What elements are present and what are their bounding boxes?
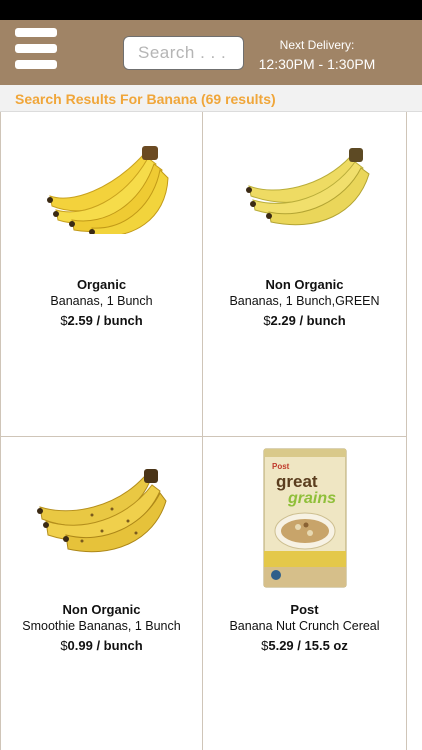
svg-text:Post: Post xyxy=(272,462,290,471)
results-bar: Search Results For Banana (69 results) xyxy=(0,85,422,112)
product-name: Smoothie Bananas, 1 Bunch xyxy=(22,619,181,633)
results-title: Search Results For Banana (69 results) xyxy=(15,91,276,107)
product-card[interactable]: Organic Bananas, 1 Bunch $2.59 / bunch xyxy=(0,112,203,437)
product-card[interactable]: Non Organic Smoothie Bananas, 1 Bunch $0… xyxy=(0,437,203,750)
product-card[interactable]: Post great grains Post Banana Nut Crunch… xyxy=(203,437,407,750)
search-input[interactable] xyxy=(123,36,244,70)
product-brand: Non Organic xyxy=(62,602,141,617)
app-header: Next Delivery: 12:30PM - 1:30PM xyxy=(0,20,422,85)
delivery-time: 12:30PM - 1:30PM xyxy=(258,56,376,72)
hamburger-menu-icon[interactable] xyxy=(15,28,57,70)
cereal-box-icon: Post great grains xyxy=(203,447,406,597)
product-brand: Organic xyxy=(76,277,127,292)
product-price: $5.29 / 15.5 oz xyxy=(261,638,348,653)
svg-text:grains: grains xyxy=(287,490,336,507)
product-name: Banana Nut Crunch Cereal xyxy=(229,619,380,633)
product-card[interactable]: Non Organic Bananas, 1 Bunch,GREEN $2.29… xyxy=(203,112,407,437)
product-price: $2.29 / bunch xyxy=(263,313,346,328)
delivery-label: Next Delivery: xyxy=(279,38,355,52)
product-brand: Post xyxy=(290,602,319,617)
next-delivery: Next Delivery: 12:30PM - 1:30PM xyxy=(252,38,382,74)
product-price: $0.99 / bunch xyxy=(60,638,143,653)
product-price: $2.59 / bunch xyxy=(60,313,143,328)
banana-bunch-icon xyxy=(203,134,406,269)
product-name: Bananas, 1 Bunch xyxy=(50,294,153,308)
svg-text:great: great xyxy=(276,472,318,491)
ripe-banana-bunch-icon xyxy=(1,459,202,594)
product-name: Bananas, 1 Bunch,GREEN xyxy=(229,294,380,308)
status-bar xyxy=(0,0,422,20)
right-gutter xyxy=(407,112,422,750)
banana-bunch-icon xyxy=(1,134,202,269)
product-brand: Non Organic xyxy=(265,277,344,292)
product-grid: Organic Bananas, 1 Bunch $2.59 / bunch N… xyxy=(0,112,422,750)
